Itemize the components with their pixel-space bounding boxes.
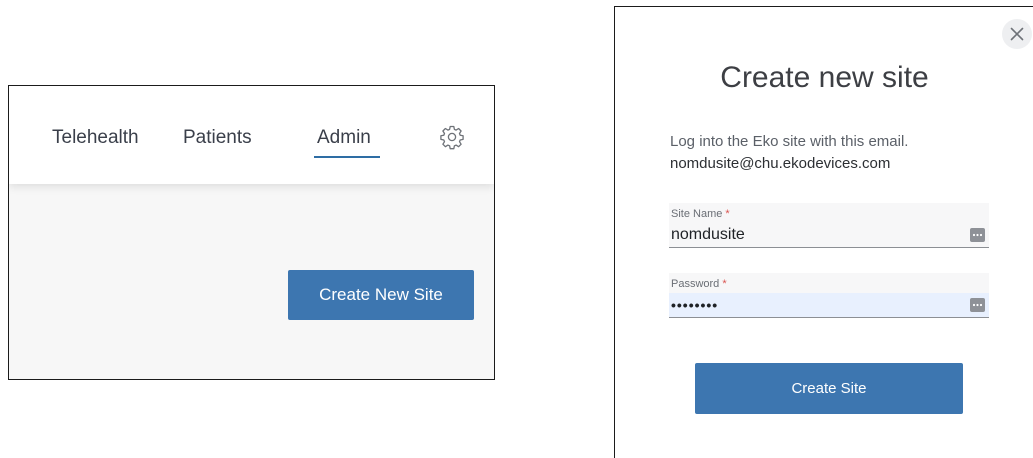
site-name-label: Site Name * — [671, 208, 730, 220]
required-marker: * — [722, 278, 727, 290]
screenshot-stage: Telehealth Patients Admin Create New Sit… — [0, 0, 1033, 458]
more-dots-icon[interactable] — [970, 228, 985, 242]
admin-page-crop: Telehealth Patients Admin Create New Sit… — [8, 85, 495, 380]
top-navbar: Telehealth Patients Admin — [9, 86, 494, 184]
nav-item-admin[interactable]: Admin — [317, 127, 371, 149]
more-dots-icon-svg — [972, 303, 983, 307]
modal-title: Create new site — [720, 61, 929, 94]
password-field: Password * — [669, 273, 989, 318]
site-name-label-text: Site Name — [671, 208, 723, 220]
create-new-site-button[interactable]: Create New Site — [288, 270, 474, 320]
password-label: Password * — [671, 278, 727, 290]
close-icon[interactable] — [1002, 19, 1032, 49]
nav-item-telehealth[interactable]: Telehealth — [52, 127, 139, 149]
active-tab-indicator — [314, 156, 380, 158]
gear-icon[interactable] — [439, 124, 465, 150]
required-marker: * — [725, 208, 730, 220]
site-name-input[interactable] — [669, 223, 989, 247]
modal-description: Log into the Eko site with this email. — [670, 133, 909, 150]
password-input[interactable] — [669, 293, 989, 317]
close-icon-svg — [1010, 27, 1024, 41]
create-site-button[interactable]: Create Site — [695, 363, 963, 414]
site-name-field: Site Name * — [669, 203, 989, 248]
more-dots-icon-svg — [972, 233, 983, 237]
create-site-modal: Create new site Log into the Eko site wi… — [614, 6, 1033, 458]
gear-icon-svg — [440, 125, 464, 150]
password-label-text: Password — [671, 278, 720, 290]
more-dots-icon[interactable] — [970, 298, 985, 312]
site-email: nomdusite@chu.ekodevices.com — [670, 155, 891, 172]
nav-item-patients[interactable]: Patients — [183, 127, 252, 149]
